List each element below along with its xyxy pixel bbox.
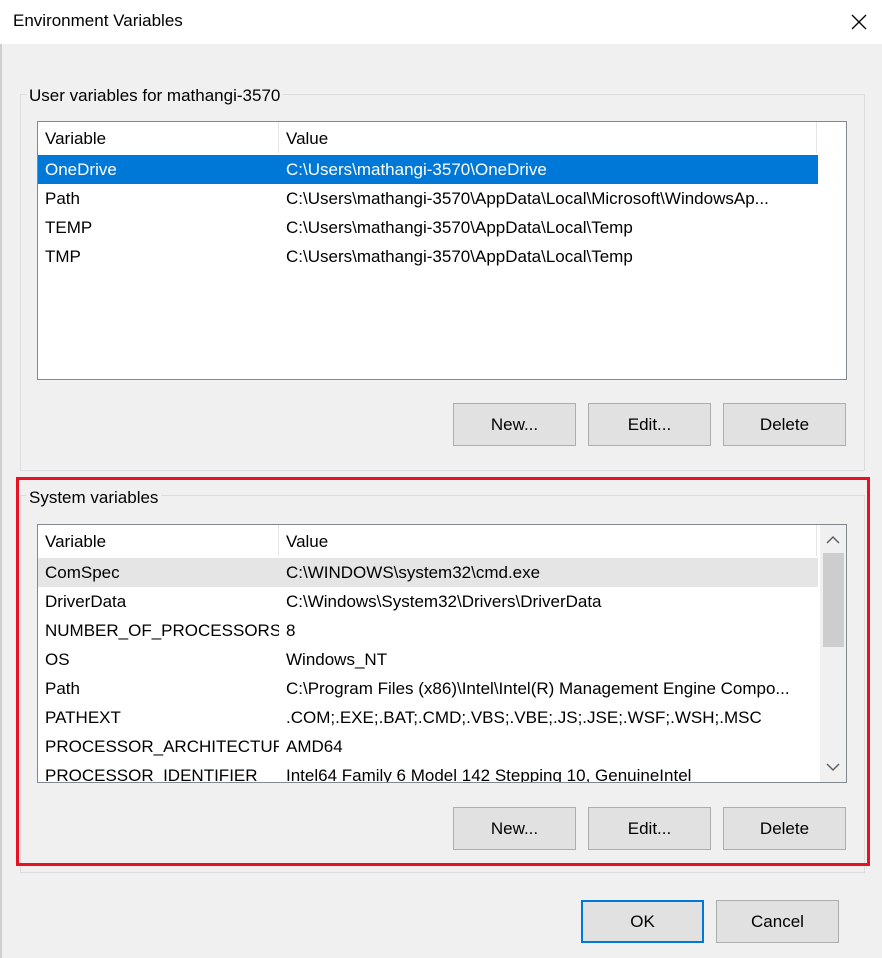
variable-name: TEMP [45, 218, 93, 237]
user-variables-list[interactable]: Variable Value OneDrive C:\Users\mathang… [37, 121, 847, 380]
user-delete-button[interactable]: Delete [723, 403, 846, 446]
table-row[interactable]: TEMP C:\Users\mathangi-3570\AppData\Loca… [38, 213, 818, 242]
user-new-button[interactable]: New... [453, 403, 576, 446]
table-row[interactable]: Path C:\Users\mathangi-3570\AppData\Loca… [38, 184, 818, 213]
ok-button[interactable]: OK [581, 900, 704, 943]
highlight-outline [16, 477, 870, 866]
user-edit-button[interactable]: Edit... [588, 403, 711, 446]
variable-name: TMP [45, 247, 81, 266]
variable-value: C:\Users\mathangi-3570\AppData\Local\Tem… [286, 218, 633, 237]
table-row[interactable]: OneDrive C:\Users\mathangi-3570\OneDrive [38, 155, 818, 184]
title-bar: Environment Variables [0, 0, 882, 44]
table-row[interactable]: TMP C:\Users\mathangi-3570\AppData\Local… [38, 242, 818, 271]
variable-value: C:\Users\mathangi-3570\OneDrive [286, 160, 547, 179]
close-icon [851, 14, 867, 30]
variable-name: OneDrive [45, 160, 117, 179]
cancel-button[interactable]: Cancel [716, 900, 839, 943]
close-button[interactable] [836, 0, 882, 44]
column-header-value[interactable]: Value [279, 122, 817, 153]
user-variables-label: User variables for mathangi-3570 [26, 86, 284, 106]
window-title: Environment Variables [13, 11, 183, 30]
variable-name: Path [45, 189, 80, 208]
window-edge [0, 44, 2, 958]
column-header-variable[interactable]: Variable [38, 122, 279, 153]
variable-value: C:\Users\mathangi-3570\AppData\Local\Tem… [286, 247, 633, 266]
list-header: Variable Value [38, 122, 817, 153]
variable-value: C:\Users\mathangi-3570\AppData\Local\Mic… [286, 189, 769, 208]
